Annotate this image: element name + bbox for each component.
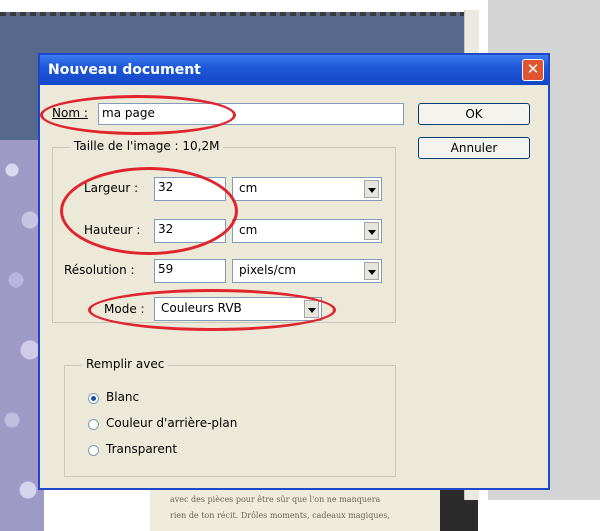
radio-background-color[interactable] bbox=[88, 419, 99, 430]
height-unit-value: cm bbox=[239, 223, 258, 237]
new-document-dialog: Nouveau document ✕ Nom : ma page OK Annu… bbox=[38, 53, 550, 490]
radio-blanc[interactable] bbox=[88, 393, 99, 404]
width-unit-value: cm bbox=[239, 181, 258, 195]
paper-scrap: avec des pièces pour être sûr que l'on n… bbox=[150, 490, 440, 531]
close-icon[interactable]: ✕ bbox=[522, 59, 544, 81]
resolution-unit-select[interactable]: pixels/cm bbox=[232, 259, 382, 283]
resolution-label: Résolution : bbox=[64, 263, 135, 277]
paper-text-line-2: rien de ton récit. Drôles moments, cadea… bbox=[170, 511, 390, 520]
chevron-down-icon[interactable] bbox=[364, 222, 379, 240]
height-unit-select[interactable]: cm bbox=[232, 219, 382, 243]
cancel-button[interactable]: Annuler bbox=[418, 137, 530, 159]
radio-label-transparent[interactable]: Transparent bbox=[106, 442, 177, 456]
paper-text-line-1: avec des pièces pour être sûr que l'on n… bbox=[170, 495, 381, 504]
resolution-unit-value: pixels/cm bbox=[239, 263, 296, 277]
radio-transparent[interactable] bbox=[88, 445, 99, 456]
resolution-field[interactable]: 59 bbox=[154, 259, 226, 283]
dialog-title: Nouveau document bbox=[48, 62, 201, 78]
width-unit-select[interactable]: cm bbox=[232, 177, 382, 201]
ok-button[interactable]: OK bbox=[418, 103, 530, 125]
highlight-ring-size bbox=[60, 167, 238, 255]
dialog-titlebar[interactable]: Nouveau document ✕ bbox=[40, 55, 548, 85]
chevron-down-icon[interactable] bbox=[364, 262, 379, 280]
radio-label-blanc[interactable]: Blanc bbox=[106, 390, 139, 404]
image-size-title: Taille de l'image : 10,2M bbox=[70, 139, 224, 153]
radio-label-background-color[interactable]: Couleur d'arrière-plan bbox=[106, 416, 237, 430]
highlight-ring-name bbox=[40, 95, 236, 135]
fill-title: Remplir avec bbox=[82, 357, 169, 371]
chevron-down-icon[interactable] bbox=[364, 180, 379, 198]
highlight-ring-mode bbox=[88, 289, 336, 331]
